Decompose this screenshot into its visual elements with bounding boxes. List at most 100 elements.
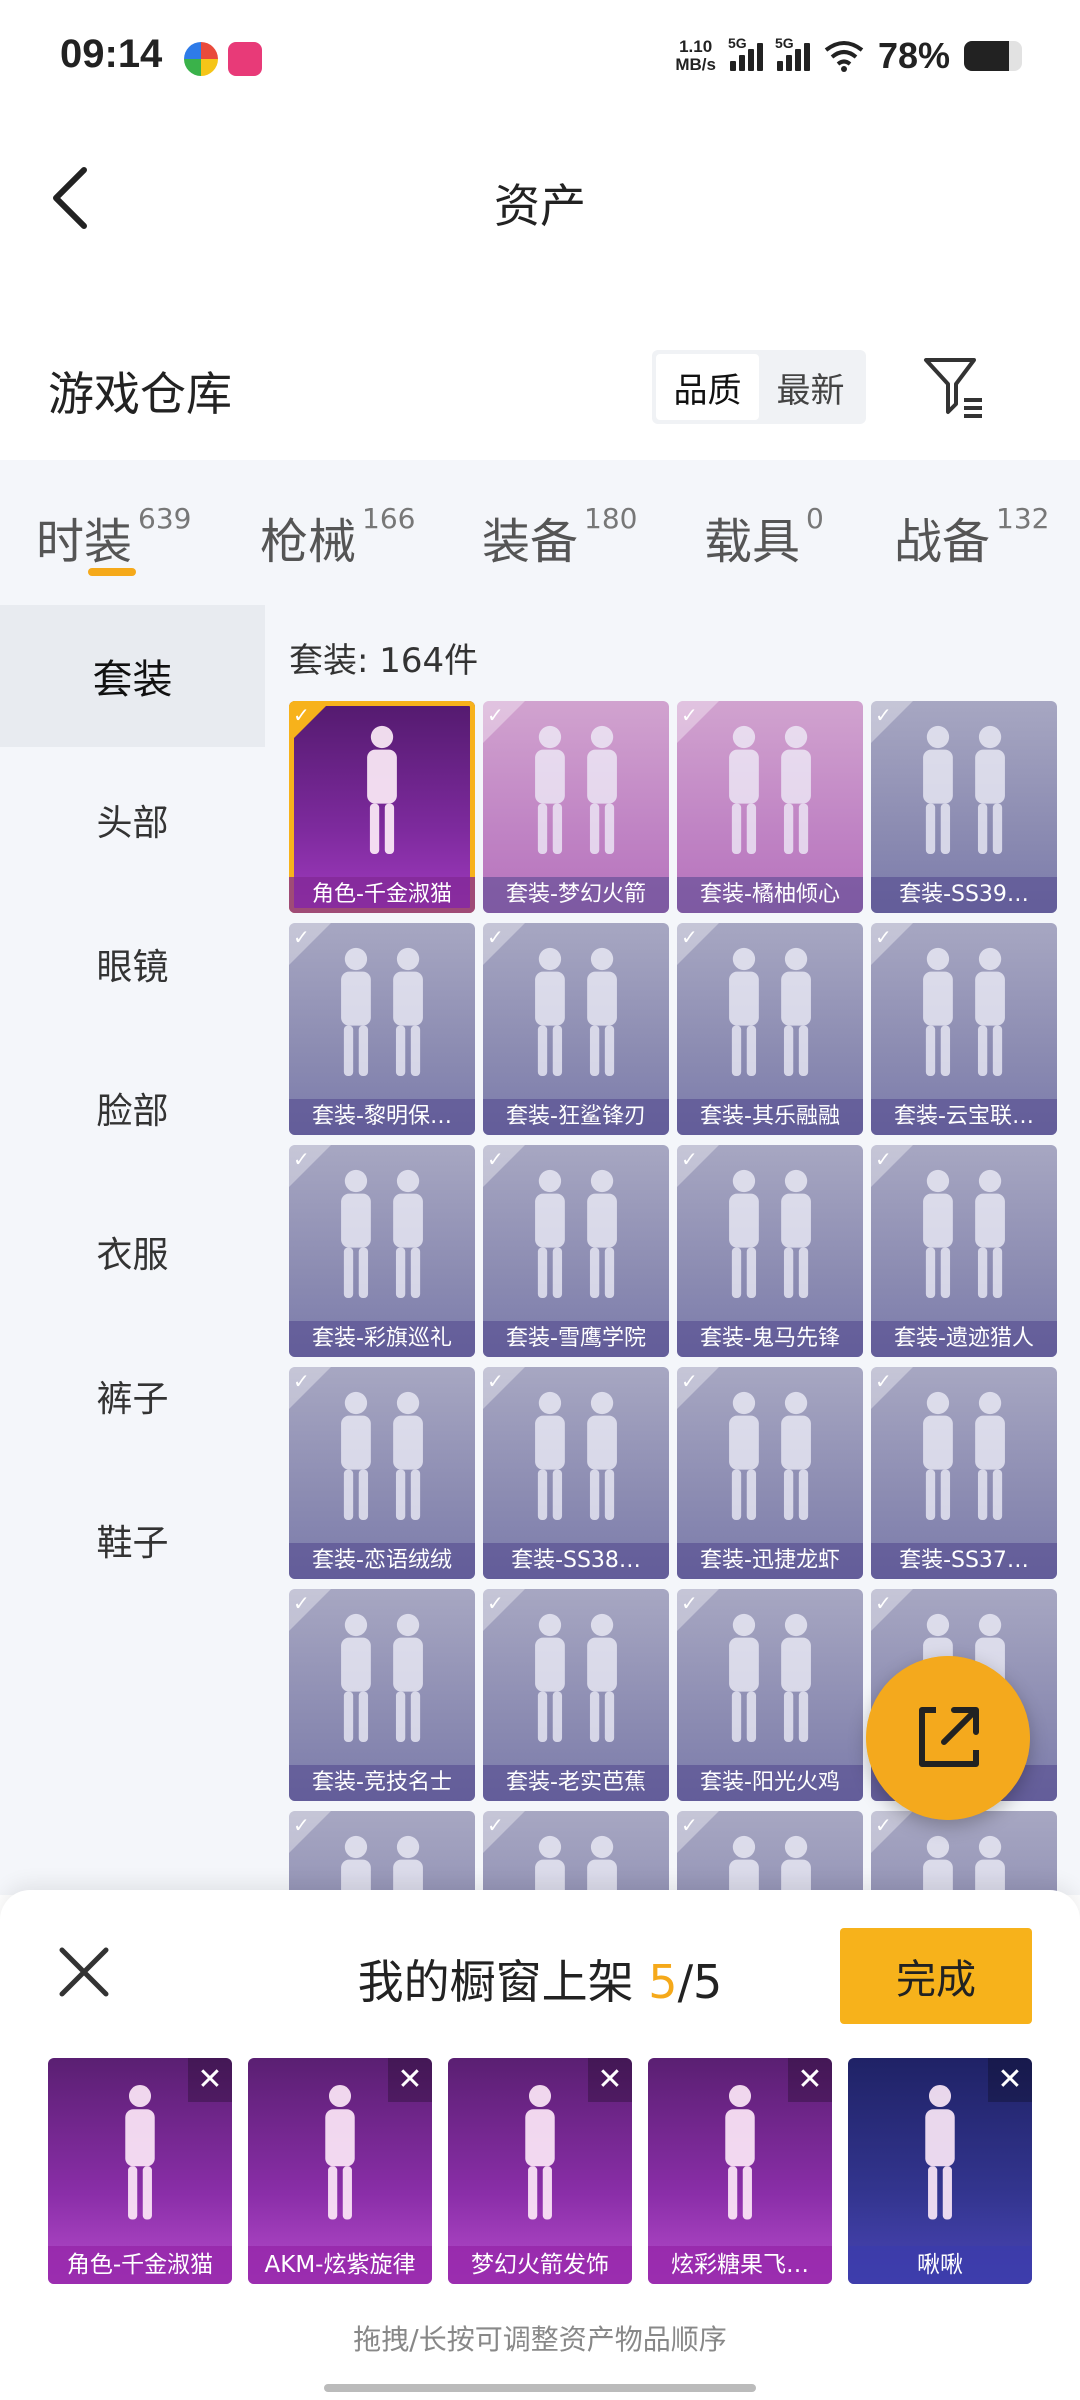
tab-count: 0 (806, 502, 824, 535)
remove-item-icon[interactable]: ✕ (988, 2058, 1032, 2102)
grid-item[interactable]: ✓ 套装-SS37… (871, 1367, 1057, 1579)
tab-guns[interactable]: 枪械 166 (260, 502, 415, 572)
grid-item[interactable]: ✓ (677, 1811, 863, 1895)
grid-item-label: 套装-竞技名士 (289, 1765, 475, 1801)
grid-item[interactable]: ✓ (871, 1811, 1057, 1895)
showcase-item-label: 角色-千金淑猫 (48, 2246, 232, 2284)
select-check-icon[interactable]: ✓ (677, 1811, 719, 1853)
tab-equipment[interactable]: 装备 180 (482, 502, 637, 572)
grid-item[interactable]: ✓ (289, 1811, 475, 1895)
grid-item[interactable]: ✓ 套装-SS38… (483, 1367, 669, 1579)
home-indicator (324, 2384, 756, 2392)
remove-item-icon[interactable]: ✕ (588, 2058, 632, 2102)
tab-label: 载具 (704, 514, 801, 570)
select-check-icon[interactable]: ✓ (677, 701, 719, 743)
showcase-item[interactable]: ✕ 梦幻火箭发饰 (448, 2058, 632, 2284)
filter-icon[interactable] (920, 352, 990, 422)
sidebar-item-face[interactable]: 脸部 (0, 1037, 265, 1179)
select-check-icon[interactable]: ✓ (483, 1811, 525, 1853)
grid-item-label: 套装-梦幻火箭 (483, 877, 669, 913)
grid-item[interactable]: ✓ 套装-云宝联… (871, 923, 1057, 1135)
net-speed-value: 1.10 (679, 37, 713, 56)
game-notification-icon (228, 42, 262, 76)
battery-icon (964, 41, 1022, 71)
share-icon[interactable] (866, 1656, 1030, 1820)
sort-option-quality[interactable]: 品质 (656, 354, 759, 420)
grid-item[interactable]: ✓ 套装-橘柚倾心 (677, 701, 863, 913)
select-check-icon[interactable]: ✓ (871, 1589, 913, 1631)
select-check-icon[interactable]: ✓ (483, 923, 525, 965)
select-check-icon[interactable]: ✓ (677, 1367, 719, 1409)
select-check-icon[interactable]: ✓ (483, 1367, 525, 1409)
sidebar-item-clothes[interactable]: 衣服 (0, 1181, 265, 1323)
tab-battle-gear[interactable]: 战备 132 (894, 502, 1049, 572)
select-check-icon[interactable]: ✓ (289, 1589, 331, 1631)
select-check-icon[interactable]: ✓ (483, 1145, 525, 1187)
sidebar-item-pants[interactable]: 裤子 (0, 1325, 265, 1467)
select-check-icon[interactable]: ✓ (289, 1811, 331, 1853)
select-check-icon[interactable]: ✓ (289, 1145, 331, 1187)
showcase-item[interactable]: ✕ 角色-千金淑猫 (48, 2058, 232, 2284)
sort-option-newest[interactable]: 最新 (759, 354, 862, 420)
select-check-icon[interactable]: ✓ (289, 923, 331, 965)
remove-item-icon[interactable]: ✕ (188, 2058, 232, 2102)
net-speed-unit: MB/s (675, 55, 716, 74)
grid-item[interactable]: ✓ 套装-梦幻火箭 (483, 701, 669, 913)
grid-item[interactable]: ✓ 套装-恋语绒绒 (289, 1367, 475, 1579)
grid-item-label: 套装-阳光火鸡 (677, 1765, 863, 1801)
grid-item[interactable]: ✓ 角色-千金淑猫 (289, 701, 475, 913)
showcase-item-label: 梦幻火箭发饰 (448, 2246, 632, 2284)
select-check-icon[interactable]: ✓ (871, 1811, 913, 1853)
done-button[interactable]: 完成 (840, 1928, 1032, 2024)
select-check-icon[interactable]: ✓ (289, 701, 331, 743)
sidebar-item-shoes[interactable]: 鞋子 (0, 1469, 265, 1611)
tab-count: 132 (996, 502, 1050, 535)
grid-item[interactable]: ✓ 套装-雪鹰学院 (483, 1145, 669, 1357)
select-check-icon[interactable]: ✓ (871, 1145, 913, 1187)
grid-item-label: 套装-遗迹猎人 (871, 1321, 1057, 1357)
grid-item[interactable]: ✓ 套装-黎明保… (289, 923, 475, 1135)
select-check-icon[interactable]: ✓ (677, 1589, 719, 1631)
grid-item[interactable]: ✓ 套装-狂鲨锋刃 (483, 923, 669, 1135)
grid-item[interactable]: ✓ 套装-竞技名士 (289, 1589, 475, 1801)
grid-item-label: 套装-老实芭蕉 (483, 1765, 669, 1801)
remove-item-icon[interactable]: ✕ (388, 2058, 432, 2102)
select-check-icon[interactable]: ✓ (871, 701, 913, 743)
tab-fashion[interactable]: 时装 639 (36, 502, 191, 572)
signal-5g-icon-2: 5G (775, 35, 810, 71)
tab-vehicles[interactable]: 载具 0 (704, 502, 824, 572)
subcategory-sidebar: 套装 头部 眼镜 脸部 衣服 裤子 鞋子 (0, 605, 265, 1895)
grid-item[interactable]: ✓ 套装-阳光火鸡 (677, 1589, 863, 1801)
select-check-icon[interactable]: ✓ (871, 923, 913, 965)
app-notification-icon (184, 42, 218, 76)
tab-label: 装备 (482, 514, 579, 570)
select-check-icon[interactable]: ✓ (483, 701, 525, 743)
grid-item[interactable]: ✓ (483, 1811, 669, 1895)
grid-item[interactable]: ✓ 套装-老实芭蕉 (483, 1589, 669, 1801)
grid-item[interactable]: ✓ 套装-迅捷龙虾 (677, 1367, 863, 1579)
showcase-item[interactable]: ✕ AKM-炫紫旋律 (248, 2058, 432, 2284)
grid-item-label: 套装-迅捷龙虾 (677, 1543, 863, 1579)
select-check-icon[interactable]: ✓ (677, 923, 719, 965)
showcase-item-label: AKM-炫紫旋律 (248, 2246, 432, 2284)
status-bar: 09:14 1.10 MB/s 5G 5G 78% (0, 0, 1080, 110)
showcase-item[interactable]: ✕ 啾啾 (848, 2058, 1032, 2284)
remove-item-icon[interactable]: ✕ (788, 2058, 832, 2102)
grid-item[interactable]: ✓ 套装-鬼马先锋 (677, 1145, 863, 1357)
select-check-icon[interactable]: ✓ (677, 1145, 719, 1187)
sidebar-item-head[interactable]: 头部 (0, 749, 265, 891)
grid-item[interactable]: ✓ 套装-遗迹猎人 (871, 1145, 1057, 1357)
sidebar-item-glasses[interactable]: 眼镜 (0, 893, 265, 1035)
grid-item[interactable]: ✓ 套装-SS39… (871, 701, 1057, 913)
grid-item[interactable]: ✓ 套装-彩旗巡礼 (289, 1145, 475, 1357)
select-check-icon[interactable]: ✓ (289, 1367, 331, 1409)
showcase-item[interactable]: ✕ 炫彩糖果飞… (648, 2058, 832, 2284)
select-check-icon[interactable]: ✓ (483, 1589, 525, 1631)
tab-label: 战备 (894, 514, 991, 570)
shelf-current-count: 5 (648, 1955, 678, 2009)
sidebar-item-suits[interactable]: 套装 (0, 605, 265, 747)
category-tabs: 时装 639 枪械 166 装备 180 载具 0 战备 132 (0, 460, 1080, 605)
select-check-icon[interactable]: ✓ (871, 1367, 913, 1409)
grid-item-label: 套装-雪鹰学院 (483, 1321, 669, 1357)
grid-item[interactable]: ✓ 套装-其乐融融 (677, 923, 863, 1135)
